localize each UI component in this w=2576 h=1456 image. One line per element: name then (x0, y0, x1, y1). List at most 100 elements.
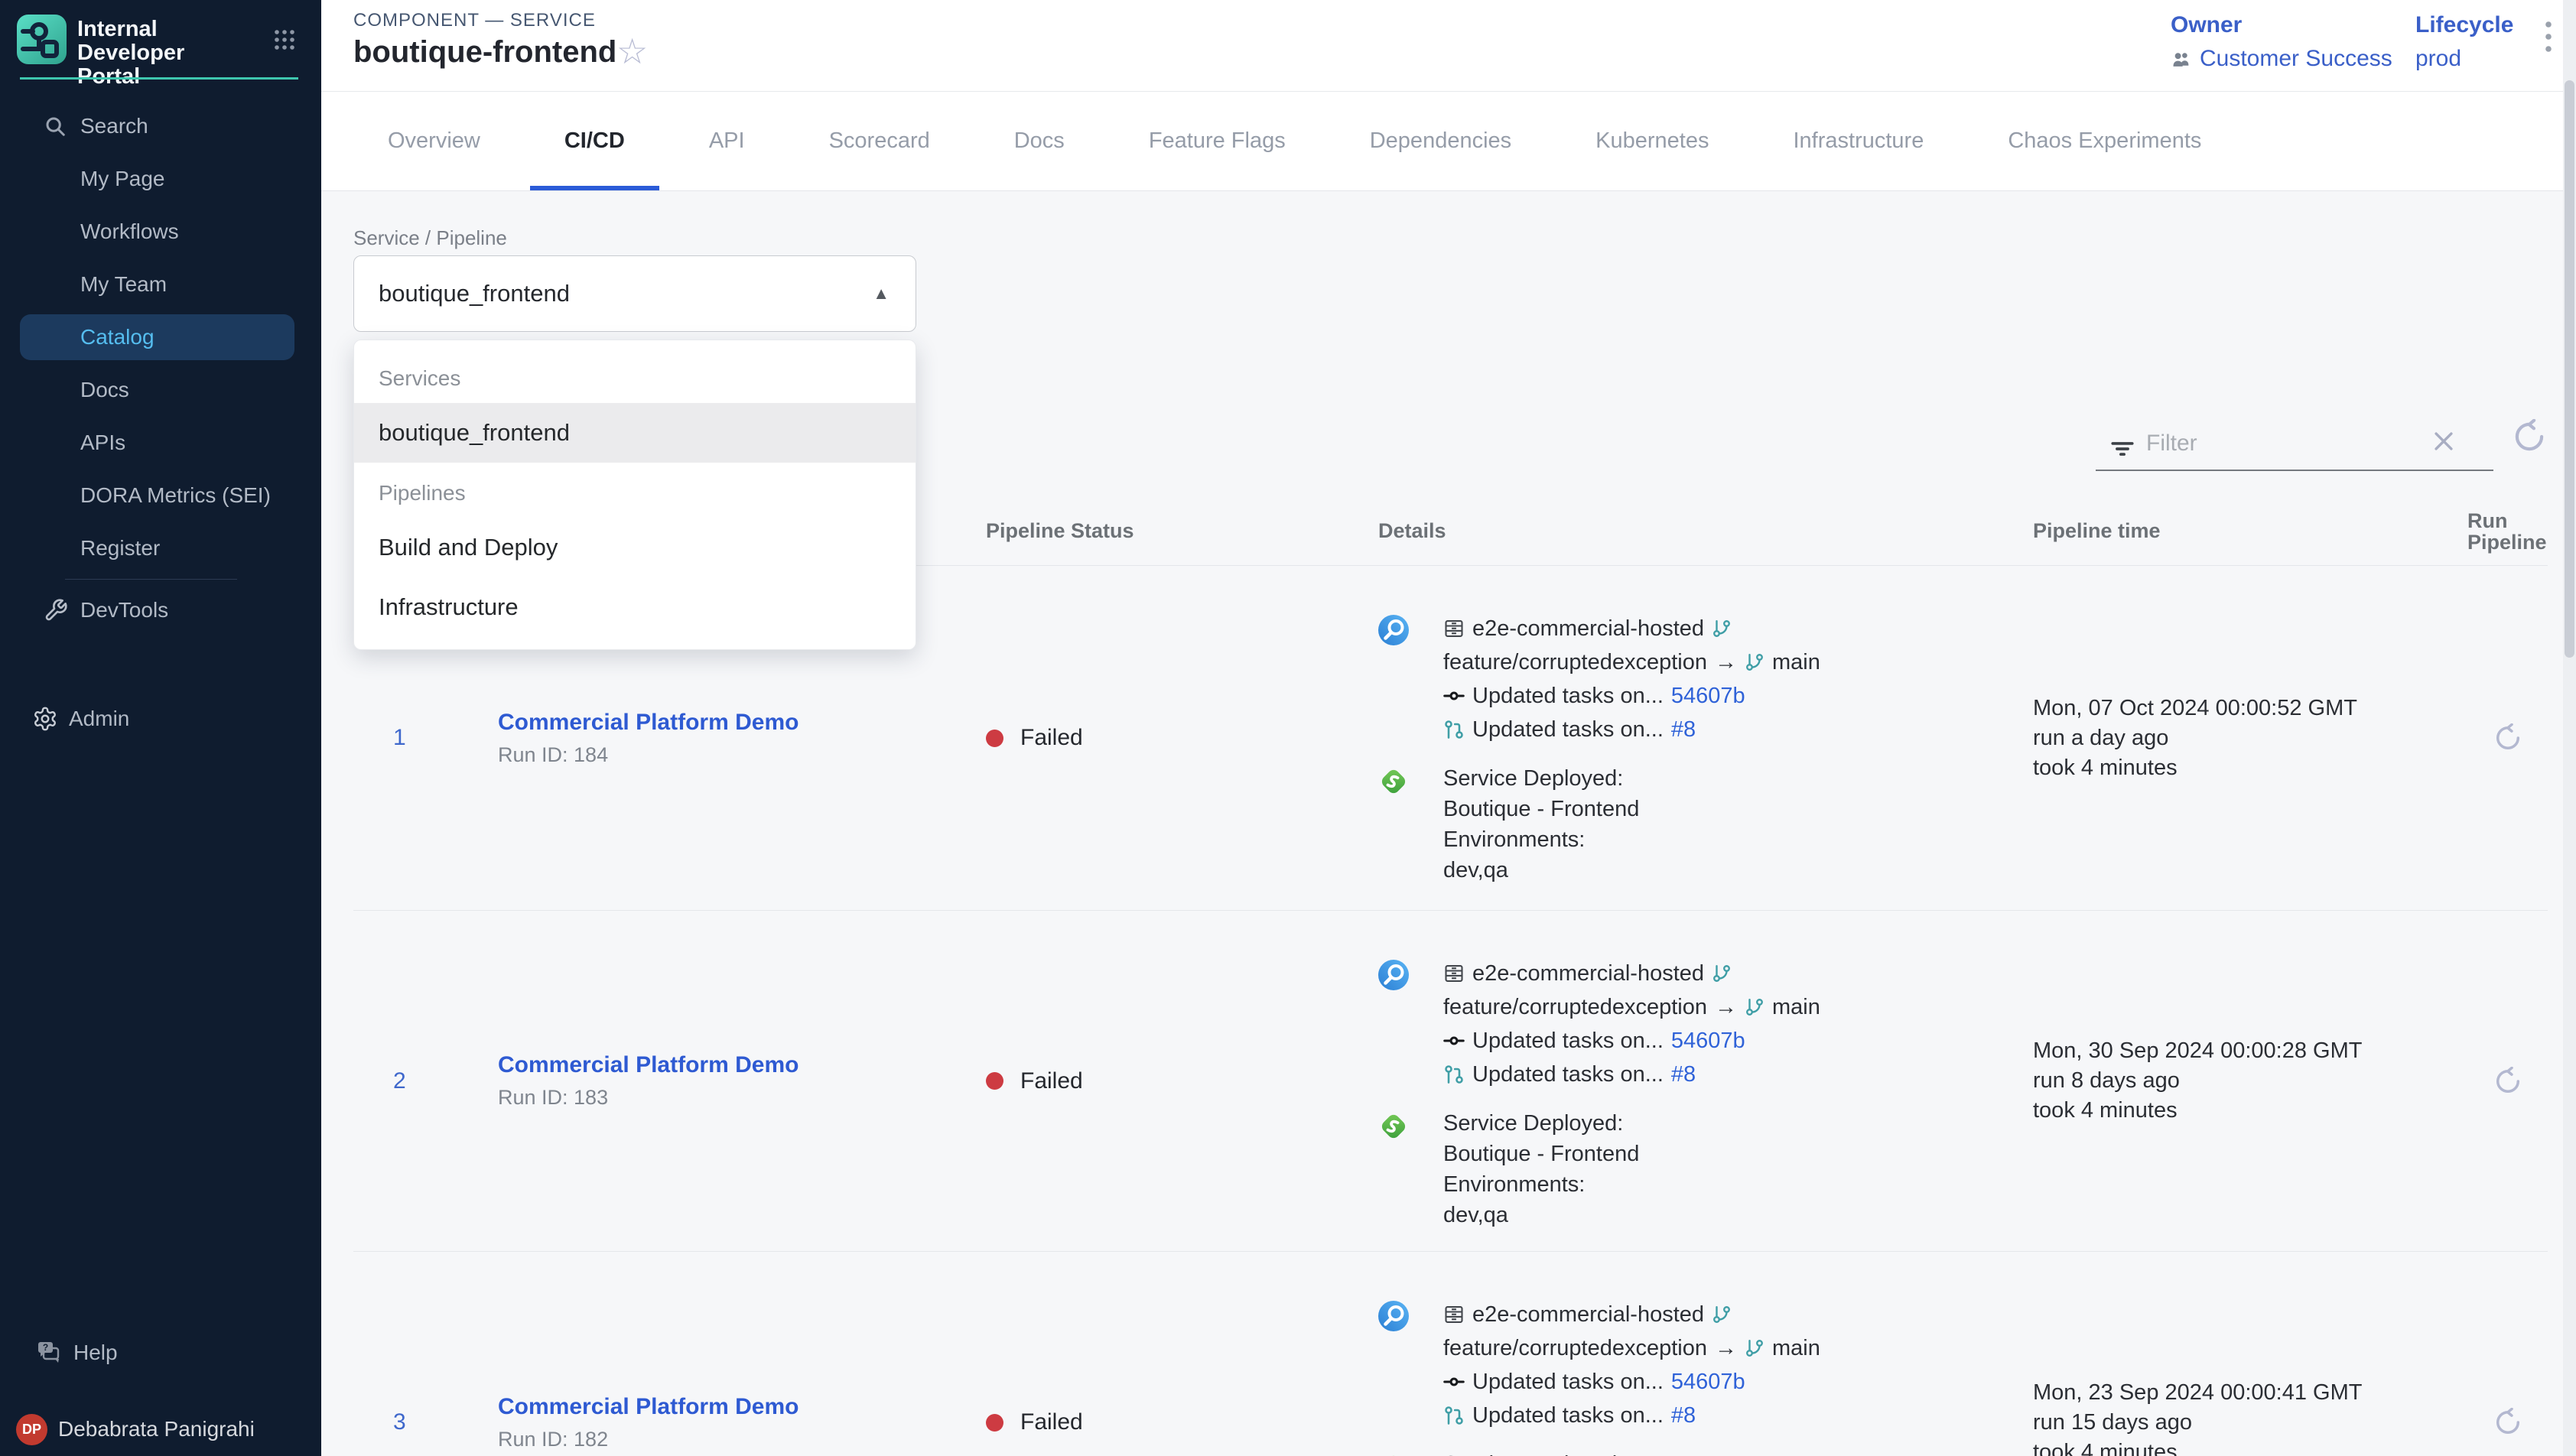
user-name: Debabrata Panigrahi (58, 1417, 255, 1441)
dropdown-section-services: Services (354, 354, 916, 403)
sidebar-item-help[interactable]: ? Help (0, 1326, 321, 1379)
source-branch: feature/corruptedexception (1443, 650, 1707, 675)
commit-sha-link[interactable]: 54607b (1671, 684, 1745, 709)
time-ago: run 8 days ago (2033, 1066, 2467, 1096)
tab-overview[interactable]: Overview (346, 92, 522, 190)
deploy-label: Service Deployed: (1443, 1108, 1639, 1139)
scrollbar-thumb[interactable] (2565, 80, 2574, 658)
tab-kubernetes[interactable]: Kubernetes (1553, 92, 1751, 190)
dropdown-option-boutique-frontend[interactable]: boutique_frontend (354, 403, 916, 463)
tab-api[interactable]: API (667, 92, 787, 190)
run-id: Run ID: 183 (498, 1086, 986, 1110)
git-branch-icon (1745, 652, 1764, 672)
pr-number-link[interactable]: #8 (1671, 1403, 1696, 1428)
run-pipeline-button[interactable] (2467, 1408, 2548, 1437)
dropdown-option-build-and-deploy[interactable]: Build and Deploy (354, 518, 916, 577)
commit-message: Updated tasks on... (1472, 1029, 1664, 1054)
environments-label: Environments: (1443, 824, 1639, 855)
sidebar-item-my-team[interactable]: My Team (0, 258, 321, 310)
wrench-icon (44, 598, 68, 622)
time-took: took 4 minutes (2033, 1096, 2467, 1126)
commit-sha-link[interactable]: 54607b (1671, 1370, 1745, 1395)
dropdown-option-infrastructure[interactable]: Infrastructure (354, 577, 916, 637)
pr-message: Updated tasks on... (1472, 717, 1664, 743)
tab-scorecard[interactable]: Scorecard (787, 92, 972, 190)
tab-chaos-experiments[interactable]: Chaos Experiments (1966, 92, 2243, 190)
status-label: Failed (1020, 725, 1083, 751)
repo-name[interactable]: e2e-commercial-hosted (1472, 961, 1704, 986)
rerun-icon (2493, 1067, 2522, 1096)
commit-sha-link[interactable]: 54607b (1671, 1029, 1745, 1054)
sidebar-item-apis[interactable]: APIs (0, 416, 321, 469)
people-icon (2171, 50, 2192, 67)
pipeline-name-link[interactable]: Commercial Platform Demo (498, 710, 986, 736)
commit-icon (1443, 685, 1465, 707)
sidebar-item-catalog[interactable]: Catalog (0, 310, 321, 363)
pipeline-name-link[interactable]: Commercial Platform Demo (498, 1052, 986, 1078)
sidebar-item-workflows[interactable]: Workflows (0, 205, 321, 258)
details-cell: e2e-commercial-hosted feature/corruptede… (1378, 1252, 2033, 1456)
pull-request-icon (1443, 1064, 1465, 1085)
sidebar-item-label: Search (80, 114, 148, 138)
cd-stage-icon (1378, 766, 1409, 797)
apps-grid-icon[interactable] (274, 29, 295, 50)
sidebar-item-docs[interactable]: Docs (0, 363, 321, 416)
sidebar-item-label: DevTools (80, 598, 168, 622)
tab-infrastructure[interactable]: Infrastructure (1751, 92, 1966, 190)
sidebar-item-label: Docs (80, 378, 129, 402)
deploy-service: Boutique - Frontend (1443, 794, 1639, 824)
ci-stage-icon (1378, 1301, 1409, 1331)
repo-icon (1443, 963, 1465, 984)
pr-number-link[interactable]: #8 (1671, 1062, 1696, 1087)
run-pipeline-button[interactable] (2467, 723, 2548, 752)
breadcrumb-kicker: COMPONENT — SERVICE (353, 10, 596, 31)
sidebar-item-my-page[interactable]: My Page (0, 152, 321, 205)
time-ago: run a day ago (2033, 723, 2467, 753)
row-index: 2 (353, 1068, 498, 1094)
clear-filter-icon[interactable] (2431, 428, 2457, 454)
tab-dependencies[interactable]: Dependencies (1328, 92, 1553, 190)
tab-feature-flags[interactable]: Feature Flags (1107, 92, 1328, 190)
status-label: Failed (1020, 1068, 1083, 1094)
page-title: boutique-frontend (353, 35, 616, 70)
kebab-menu-icon[interactable] (2544, 20, 2553, 55)
run-pipeline-button[interactable] (2467, 1067, 2548, 1096)
sidebar-item-admin[interactable]: Admin (0, 692, 321, 745)
commit-icon (1443, 1371, 1465, 1393)
row-index: 3 (353, 1409, 498, 1435)
sidebar-user[interactable]: DP Debabrata Panigrahi (0, 1402, 321, 1456)
refresh-icon[interactable] (2512, 419, 2547, 454)
pipeline-name-link[interactable]: Commercial Platform Demo (498, 1394, 986, 1420)
pr-number-link[interactable]: #8 (1671, 717, 1696, 743)
tab-cicd[interactable]: CI/CD (522, 92, 667, 190)
app-logo-icon[interactable] (17, 15, 67, 64)
repo-name[interactable]: e2e-commercial-hosted (1472, 1302, 1704, 1328)
caret-up-icon: ▲ (873, 284, 890, 304)
sidebar-item-dora-metrics[interactable]: DORA Metrics (SEI) (0, 469, 321, 522)
scrollbar-track[interactable] (2563, 0, 2576, 1456)
repo-name[interactable]: e2e-commercial-hosted (1472, 616, 1704, 642)
tab-docs[interactable]: Docs (972, 92, 1107, 190)
sidebar-item-label: APIs (80, 431, 125, 455)
sidebar-item-label: My Team (80, 272, 167, 297)
favorite-star-icon[interactable]: ☆ (616, 34, 648, 69)
failed-status-dot (986, 1072, 1003, 1090)
sidebar-item-devtools[interactable]: DevTools (0, 583, 321, 636)
ci-stage-icon (1378, 960, 1409, 990)
filter-input[interactable] (2146, 422, 2414, 465)
arrow: → (1715, 1336, 1737, 1361)
run-id: Run ID: 184 (498, 743, 986, 767)
sidebar-item-register[interactable]: Register (0, 522, 321, 574)
pipeline-dropdown: Services boutique_frontend Pipelines Bui… (353, 340, 916, 650)
pull-request-icon (1443, 1405, 1465, 1426)
sidebar-item-label: My Page (80, 167, 165, 191)
rerun-icon (2493, 1408, 2522, 1437)
environments-value: dev,qa (1443, 855, 1639, 886)
pipeline-select[interactable]: boutique_frontend ▲ (353, 255, 916, 332)
sidebar-item-label: Admin (69, 707, 129, 731)
sidebar-divider (65, 579, 237, 580)
failed-status-dot (986, 730, 1003, 747)
search-icon (44, 115, 67, 138)
sidebar-item-search[interactable]: Search (0, 99, 321, 152)
owner-value-link[interactable]: Customer Success (2200, 46, 2392, 72)
